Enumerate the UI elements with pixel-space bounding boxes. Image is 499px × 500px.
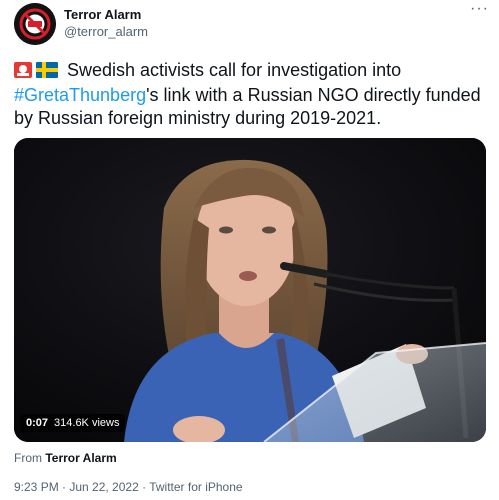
video-duration: 0:07 <box>26 417 49 429</box>
author-name[interactable]: Terror Alarm <box>64 7 141 22</box>
tweet-text-before: Swedish activists call for investigation… <box>62 60 402 80</box>
tweet-card: Terror Alarm @terror_alarm ··· Swedish a… <box>0 0 499 500</box>
video-frame <box>14 138 486 442</box>
tweet-timestamp[interactable]: 9:23 PM · Jun 22, 2022 · Twitter for iPh… <box>14 480 243 494</box>
rotating-light-icon <box>14 61 32 84</box>
video-stats-badge: 0:07 314.6K views <box>20 414 126 432</box>
video-views: 314.6K views <box>54 417 120 429</box>
source-name[interactable]: Terror Alarm <box>45 451 116 465</box>
source-attribution: From Terror Alarm <box>14 451 117 465</box>
author-handle[interactable]: @terror_alarm <box>64 24 148 39</box>
sweden-flag-icon <box>36 61 58 84</box>
video-player[interactable]: 0:07 314.6K views <box>14 138 486 442</box>
avatar[interactable] <box>14 3 56 45</box>
tweet-text: Swedish activists call for investigation… <box>14 59 490 130</box>
hashtag-link[interactable]: #GretaThunberg <box>14 85 146 105</box>
more-options-icon[interactable]: ··· <box>470 1 489 17</box>
source-prefix: From <box>14 451 46 465</box>
